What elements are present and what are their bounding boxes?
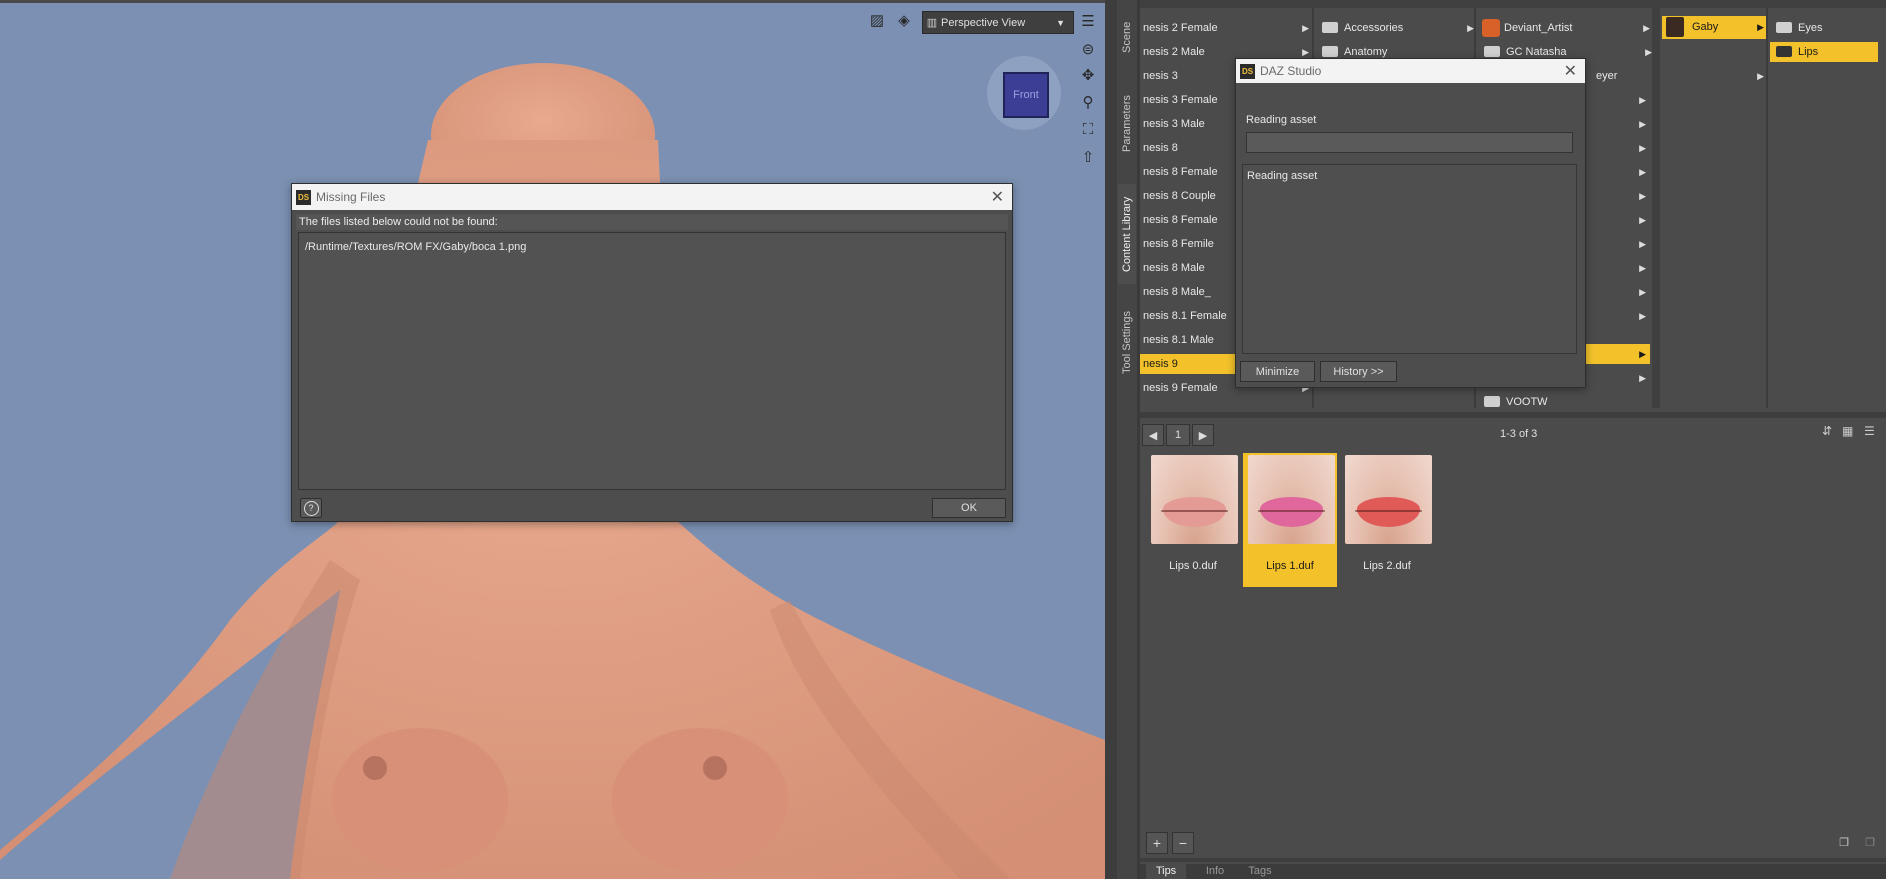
bottom-tab-bar: Tips Info Tags [1140,864,1886,879]
list-item[interactable]: Deviant_Artist ▶ [1478,18,1654,38]
list-item[interactable]: VOOTW [1478,392,1656,412]
camera-label: Perspective View [941,16,1026,29]
tab-scene[interactable]: Scene [1118,6,1136,68]
panel-top-strip [1140,0,1886,8]
tab-info[interactable]: Info [1198,864,1232,879]
help-button[interactable]: ? [300,498,322,518]
zoom-icon[interactable]: ⚲ [1077,91,1099,113]
dialog-titlebar[interactable]: DS Missing Files ✕ [292,184,1012,210]
tab-tips[interactable]: Tips [1146,864,1186,879]
daz-logo-icon: DS [1240,63,1255,79]
camera-icon: ▥ [926,17,938,29]
result-count: 1-3 of 3 [1500,428,1538,440]
view-cube[interactable]: Front [987,56,1061,130]
list-item[interactable]: nesis 2 Female ▶ [1140,18,1313,38]
asset-tile[interactable]: Lips 0.duf [1146,453,1240,587]
minimize-button[interactable]: Minimize [1240,361,1315,382]
list-item[interactable]: /Runtime/Textures/ROM FX/Gaby/boca 1.png [305,241,999,253]
camera-selector[interactable]: ▥ Perspective View ▼ [922,11,1074,34]
folder-icon [1776,21,1792,33]
asset-thumbnail [1345,455,1432,544]
asset-tile[interactable]: Lips 2.duf [1340,453,1434,587]
library-column-4: Gaby ▶ [1662,14,1768,414]
progress-log: Reading asset [1242,164,1577,354]
panel-tab-strip: Scene Parameters Content Library Tool Se… [1117,0,1137,879]
daz-progress-dialog: DS DAZ Studio ✕ Reading asset Reading as… [1235,58,1586,388]
asset-label: Lips 1.duf [1266,560,1314,572]
folder-icon [1322,21,1338,33]
missing-files-dialog: DS Missing Files ✕ The files listed belo… [291,183,1013,522]
dialog-title: Missing Files [316,190,386,204]
library-column-5: Eyes Lips [1770,14,1878,414]
close-icon[interactable]: ✕ [1564,61,1577,81]
folder-icon [1484,45,1500,57]
missing-files-list[interactable]: /Runtime/Textures/ROM FX/Gaby/boca 1.png [298,232,1006,490]
daz-logo-icon: DS [296,189,311,205]
progress-status: Reading asset [1246,114,1317,126]
frame-icon[interactable]: ⛶ [1077,118,1099,140]
missing-files-message: The files listed below could not be foun… [296,214,1008,230]
tab-parameters[interactable]: Parameters [1118,86,1136,162]
copy-icon[interactable]: ❐ [1834,832,1854,852]
tab-tool-settings[interactable]: Tool Settings [1118,300,1136,386]
panel-splitter[interactable] [1105,0,1117,879]
orbit-icon[interactable]: ⊜ [1077,38,1099,60]
draw-style-icon[interactable]: ◈ [893,9,915,31]
page-number[interactable]: 1 [1166,424,1190,446]
list-item-selected[interactable]: Lips [1770,42,1878,62]
prev-page-button[interactable]: ◀ [1142,424,1164,446]
list-item[interactable]: Accessories ▶ [1316,18,1478,38]
asset-label: Lips 2.duf [1363,560,1411,572]
gaby-avatar [1666,17,1684,38]
view-cube-face[interactable]: Front [1003,72,1049,118]
list-item-selected[interactable]: Gaby ▶ [1662,16,1768,39]
list-view-icon[interactable]: ☰ [1864,424,1882,444]
asset-thumbnail [1151,455,1238,544]
remove-button[interactable]: − [1172,832,1194,854]
tab-tags[interactable]: Tags [1240,864,1280,879]
dialog-footer: ? OK [292,495,1012,521]
progress-bar [1246,132,1573,153]
paste-icon[interactable]: ❐ [1860,832,1880,852]
tab-content-library[interactable]: Content Library [1118,184,1136,284]
add-button[interactable]: + [1146,832,1168,854]
grid-view-icon[interactable]: ▦ [1842,424,1860,444]
close-icon[interactable]: ✕ [991,187,1004,207]
render-settings-icon[interactable]: ▨ [866,9,888,31]
column-scrollbar[interactable] [1652,8,1660,408]
pane-splitter[interactable] [1140,858,1886,862]
pane-splitter[interactable] [1140,412,1886,418]
dialog-title: DAZ Studio [1260,64,1322,78]
help-icon: ? [303,500,319,516]
log-text: Reading asset [1247,170,1318,182]
history-button[interactable]: History >> [1320,361,1397,382]
folder-icon [1322,45,1338,57]
pan-icon[interactable]: ✥ [1077,64,1099,86]
next-page-button[interactable]: ▶ [1192,424,1214,446]
dialog-body: The files listed below could not be foun… [296,214,1008,492]
sort-icon[interactable]: ⇵ [1822,424,1838,444]
column-divider[interactable] [1766,8,1768,408]
chevron-down-icon: ▼ [1056,17,1065,28]
deviant-artist-icon [1482,19,1500,38]
list-item[interactable]: Eyes [1770,18,1878,38]
asset-label: Lips 0.duf [1169,560,1217,572]
asset-thumbnail [1248,455,1335,544]
folder-icon [1776,45,1792,57]
folder-icon [1484,395,1500,407]
asset-tile-selected[interactable]: Lips 1.duf [1243,453,1337,587]
dialog-titlebar[interactable]: DS DAZ Studio ✕ [1236,59,1585,83]
viewport-menu-icon[interactable]: ☰ [1077,10,1099,32]
reset-view-icon[interactable]: ⇧ [1077,146,1099,168]
ok-button[interactable]: OK [932,498,1006,518]
